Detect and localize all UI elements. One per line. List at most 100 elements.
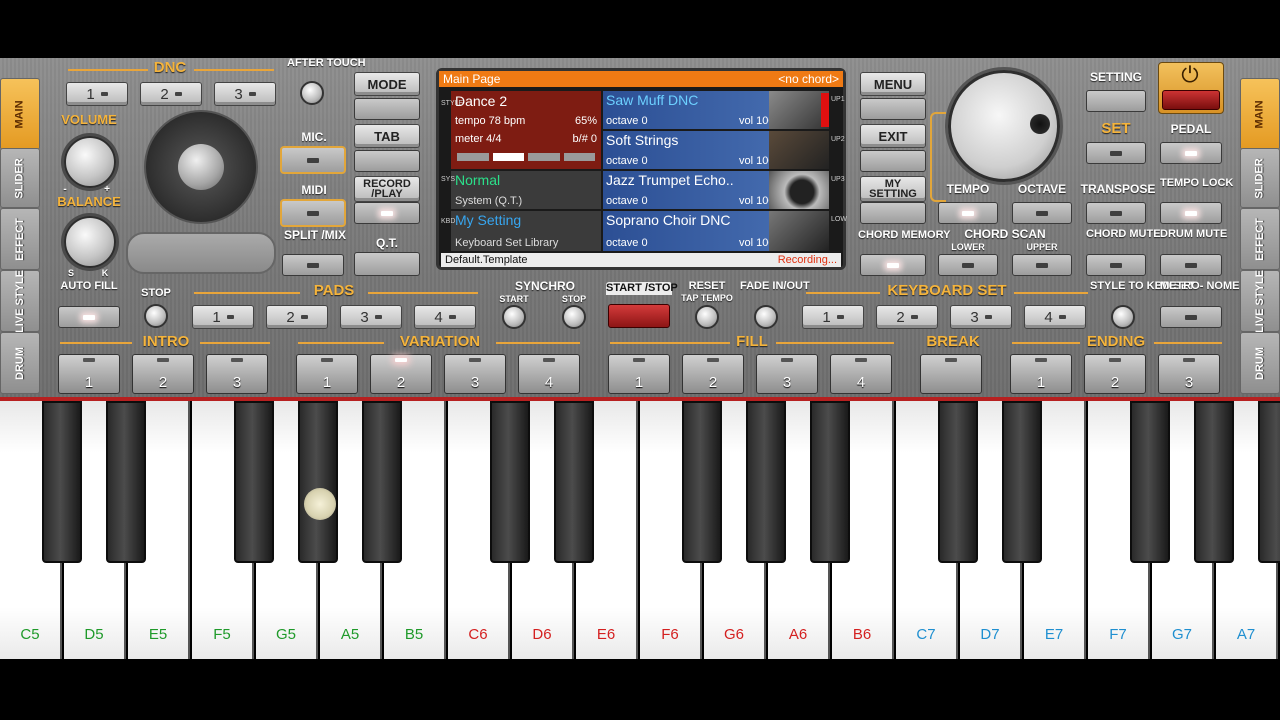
chord-scan-upper-button[interactable] [1012,254,1072,276]
tab-button[interactable] [354,150,420,172]
side-tab-effect-right[interactable]: EFFECT [1240,208,1280,270]
voice-up3-cell[interactable]: Jazz Trumpet Echo.. octave 0 vol 100 [603,171,829,209]
kbd-set-2-button[interactable]: 2 [876,305,938,329]
fill-3-button[interactable]: 3 [756,354,818,394]
kbd-set-4-button[interactable]: 4 [1024,305,1086,329]
synchro-stop-knob[interactable] [562,305,586,329]
pad-1-button[interactable]: 1 [192,305,254,329]
break-button[interactable] [920,354,982,394]
split-mix-button[interactable] [282,254,344,276]
octave-button[interactable] [1012,202,1072,224]
midi-button[interactable] [280,199,346,227]
side-tab-effect-left[interactable]: EFFECT [0,208,40,270]
side-tab-slider-left[interactable]: SLIDER [0,148,40,208]
dnc-3-button[interactable]: 3 [214,82,276,106]
chord-scan-lower-button[interactable] [938,254,998,276]
fill-1-button[interactable]: 1 [608,354,670,394]
tempo-button[interactable] [938,202,998,224]
pedal-button[interactable] [1160,142,1222,164]
black-key-d7-sharp[interactable] [1002,401,1042,563]
kbd-set-1-button[interactable]: 1 [802,305,864,329]
dnc-2-button[interactable]: 2 [140,82,202,106]
variation-3-button[interactable]: 3 [444,354,506,394]
variation-1-button[interactable]: 1 [296,354,358,394]
start-stop-button[interactable] [608,304,670,328]
ending-3-button[interactable]: 3 [1158,354,1220,394]
side-tab-main-left[interactable]: MAIN [0,78,40,150]
fill-2-button[interactable]: 2 [682,354,744,394]
chord-memory-button[interactable] [860,254,926,276]
side-tab-main-right[interactable]: MAIN [1240,78,1280,150]
variation-2-button[interactable]: 2 [370,354,432,394]
system-cell[interactable]: Normal System (Q.T.) [451,171,601,209]
side-tab-live-style-left[interactable]: LIVE STYLE [0,270,40,332]
black-key-g6-sharp[interactable] [746,401,786,563]
tempo-lock-button[interactable] [1160,202,1222,224]
ending-1-button[interactable]: 1 [1010,354,1072,394]
touch-pad[interactable] [126,232,276,274]
dnc-1-button[interactable]: 1 [66,82,128,106]
pad-4-button[interactable]: 4 [414,305,476,329]
black-key-a6-sharp[interactable] [810,401,850,563]
chord-mute-button[interactable] [1086,254,1146,276]
voice-low-cell[interactable]: Soprano Choir DNC octave 0 vol 100 [603,211,829,251]
side-tab-drum-right[interactable]: DRUM [1240,332,1280,394]
volume-knob[interactable] [64,136,116,188]
recording-status: Recording... [777,254,837,266]
stop-knob[interactable] [144,304,168,328]
auto-fill-button[interactable] [58,306,120,328]
meter-value: meter 4/4 [455,133,502,145]
my-setting-button[interactable] [860,202,926,224]
pad-2-button[interactable]: 2 [266,305,328,329]
fill-4-button[interactable]: 4 [830,354,892,394]
black-key-a5-sharp[interactable] [362,401,402,563]
side-tab-live-style-right[interactable]: LIVE STYLE [1240,270,1280,332]
intro-2-button[interactable]: 2 [132,354,194,394]
style-to-kbd-knob[interactable] [1111,305,1135,329]
exit-button[interactable] [860,150,926,172]
style-to-kbd-label: STYLE TO KBD SET [1090,280,1195,292]
black-key-f5-sharp[interactable] [234,401,274,563]
black-key-f7-sharp[interactable] [1130,401,1170,563]
set-button[interactable] [1086,142,1146,164]
transpose-button[interactable] [1086,202,1146,224]
pad-3-button[interactable]: 3 [340,305,402,329]
mic-button[interactable] [280,146,346,174]
voice-up2-cell[interactable]: Soft Strings octave 0 vol 100 [603,131,829,169]
black-key-a7-sharp[interactable] [1258,401,1280,563]
synchro-start-knob[interactable] [502,305,526,329]
record-play-button[interactable] [354,202,420,224]
variation-line-left [298,342,384,344]
metronome-button[interactable] [1160,306,1222,328]
keyboard-set-cell[interactable]: My Setting Keyboard Set Library [451,211,601,251]
drum-mute-button[interactable] [1160,254,1222,276]
black-key-d5-sharp[interactable] [106,401,146,563]
variation-4-button[interactable]: 4 [518,354,580,394]
side-tab-drum-left[interactable]: DRUM [0,332,40,394]
black-key-d6-sharp[interactable] [554,401,594,563]
mic-label: MIC. [301,130,327,144]
balance-knob[interactable] [64,216,116,268]
black-key-g7-sharp[interactable] [1194,401,1234,563]
black-key-c5-sharp[interactable] [42,401,82,563]
intro-3-button[interactable]: 3 [206,354,268,394]
after-touch-knob[interactable] [300,81,324,105]
ending-2-button[interactable]: 2 [1084,354,1146,394]
mode-button[interactable] [354,98,420,120]
power-button[interactable] [1162,90,1220,110]
black-key-c7-sharp[interactable] [938,401,978,563]
menu-button[interactable] [860,98,926,120]
reset-knob[interactable] [695,305,719,329]
kbd-set-3-button[interactable]: 3 [950,305,1012,329]
style-cell[interactable]: Dance 2 tempo 78 bpm 65% meter 4/4 b/# 0 [451,91,601,169]
setting-button[interactable] [1086,90,1146,112]
black-key-f6-sharp[interactable] [682,401,722,563]
voice-up1-cell[interactable]: Saw Muff DNC octave 0 vol 100 [603,91,829,129]
black-key-c6-sharp[interactable] [490,401,530,563]
intro-1-button[interactable]: 1 [58,354,120,394]
fade-knob[interactable] [754,305,778,329]
joystick-handle[interactable] [178,144,224,190]
qt-button[interactable] [354,252,420,276]
black-key-g5-sharp[interactable] [298,401,338,563]
side-tab-slider-right[interactable]: SLIDER [1240,148,1280,208]
